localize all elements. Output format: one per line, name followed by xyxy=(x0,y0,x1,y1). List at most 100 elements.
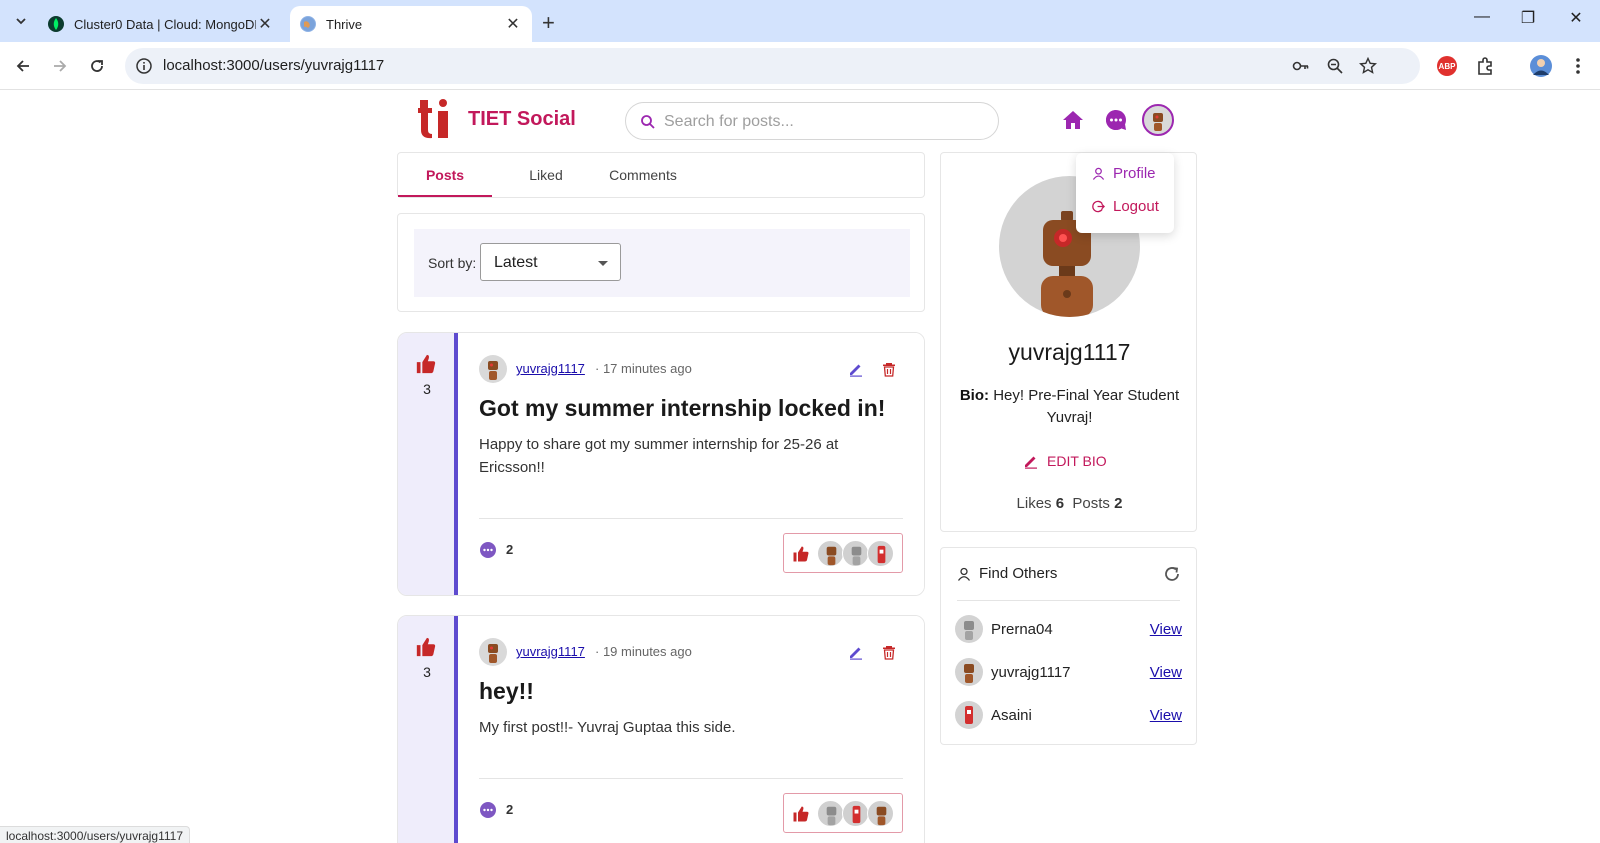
extensions-icon[interactable] xyxy=(1474,55,1496,77)
reload-icon xyxy=(91,60,103,72)
liker-avatar xyxy=(867,540,894,567)
liker-avatar xyxy=(842,540,869,567)
post-body: yuvrajg1117 · 17 minutes ago Got my summ… xyxy=(458,333,924,595)
chat-icon[interactable] xyxy=(1104,108,1128,132)
liker-avatar xyxy=(867,800,894,827)
user-name: Prerna04 xyxy=(991,621,1053,638)
likers-group[interactable] xyxy=(783,793,903,833)
brand-name[interactable]: TIET Social xyxy=(468,108,576,131)
browser-tab-strip: Cluster0 Data | Cloud: MongoDB ✕ Thrive … xyxy=(0,0,1600,42)
zoom-icon[interactable] xyxy=(1326,57,1344,75)
adblock-extension-icon[interactable]: ABP xyxy=(1437,56,1457,76)
user-name: yuvrajg1117 xyxy=(991,664,1071,681)
posts-count: 2 xyxy=(1114,495,1123,512)
likers-group[interactable] xyxy=(783,533,903,573)
find-others-divider xyxy=(957,600,1180,601)
bio-text: Hey! Pre-Final Year Student Yuvraj! xyxy=(993,387,1180,426)
password-key-icon[interactable] xyxy=(1292,57,1310,75)
user-avatar xyxy=(955,658,983,686)
close-tab-icon[interactable]: ✕ xyxy=(504,14,522,34)
post-author-avatar[interactable] xyxy=(479,638,507,666)
edit-icon[interactable] xyxy=(848,361,864,377)
tab-comments[interactable]: Comments xyxy=(594,153,692,197)
back-button[interactable] xyxy=(11,54,35,78)
app-logo[interactable] xyxy=(418,98,452,140)
tab-search-button[interactable] xyxy=(8,8,34,34)
view-user-link[interactable]: View xyxy=(1150,664,1182,681)
search-icon xyxy=(641,115,655,129)
sort-label: Sort by: xyxy=(428,255,477,271)
post-author-avatar[interactable] xyxy=(479,355,507,383)
sort-select[interactable]: Latest xyxy=(480,243,621,281)
comment-icon[interactable] xyxy=(479,541,497,559)
comment-icon[interactable] xyxy=(479,801,497,819)
view-user-link[interactable]: View xyxy=(1150,707,1182,724)
thumbs-up-icon[interactable] xyxy=(415,353,437,375)
comment-count: 2 xyxy=(506,802,514,817)
user-dropdown-menu: Profile Logout xyxy=(1076,153,1174,233)
liker-avatar xyxy=(842,800,869,827)
profile-stats: Likes 6 Posts 2 xyxy=(941,495,1198,512)
posts-label: Posts xyxy=(1072,495,1110,512)
browser-tab-mongodb[interactable]: Cluster0 Data | Cloud: MongoDB ✕ xyxy=(38,6,284,42)
browser-toolbar: localhost:3000/users/yuvrajg1117 ABP xyxy=(0,42,1600,90)
comment-count: 2 xyxy=(506,542,514,557)
restore-button[interactable]: ❐ xyxy=(1508,8,1548,28)
user-name: Asaini xyxy=(991,707,1032,724)
find-others-title: Find Others xyxy=(979,565,1058,582)
arrow-right-icon xyxy=(54,60,67,72)
browser-profile-avatar[interactable] xyxy=(1530,55,1552,77)
profile-tabs: Posts Liked Comments xyxy=(397,152,925,198)
site-info-icon[interactable] xyxy=(135,57,153,75)
thumbs-up-icon[interactable] xyxy=(415,636,437,658)
chevron-down-icon xyxy=(16,18,26,25)
post-body: yuvrajg1117 · 19 minutes ago hey!! My fi… xyxy=(458,616,924,843)
browser-tab-thrive[interactable]: Thrive ✕ xyxy=(290,6,532,42)
arrow-left-icon xyxy=(16,60,29,72)
minimize-button[interactable]: — xyxy=(1462,8,1502,26)
robot-avatar-icon xyxy=(1153,113,1163,131)
person-icon xyxy=(957,567,971,581)
find-others-header: Find Others xyxy=(957,565,1057,582)
post-title[interactable]: hey!! xyxy=(479,678,534,705)
delete-icon[interactable] xyxy=(881,361,897,377)
menu-item-profile[interactable]: Profile xyxy=(1092,165,1156,182)
post-divider xyxy=(479,778,903,779)
tab-liked[interactable]: Liked xyxy=(498,153,594,197)
delete-icon[interactable] xyxy=(881,644,897,660)
reload-button[interactable] xyxy=(85,54,109,78)
post-card: 3 yuvrajg1117 · 19 minutes ago hey!! My … xyxy=(397,615,925,843)
refresh-icon[interactable] xyxy=(1162,564,1182,584)
bookmark-star-icon[interactable] xyxy=(1359,57,1377,75)
menu-item-logout[interactable]: Logout xyxy=(1092,198,1159,215)
profile-bio: Bio: Hey! Pre-Final Year Student Yuvraj! xyxy=(951,385,1188,429)
search-bar[interactable] xyxy=(625,102,999,140)
likes-label: Likes xyxy=(1016,495,1052,512)
find-user-row: Prerna04 View xyxy=(955,615,1182,645)
home-icon[interactable] xyxy=(1061,108,1085,132)
tab-posts[interactable]: Posts xyxy=(398,153,492,197)
browser-menu-icon[interactable] xyxy=(1567,55,1589,77)
post-author-link[interactable]: yuvrajg1117 xyxy=(516,361,585,376)
view-user-link[interactable]: View xyxy=(1150,621,1182,638)
post-like-count: 3 xyxy=(423,381,431,397)
tab-title: Thrive xyxy=(326,16,363,32)
post-like-column: 3 xyxy=(398,333,456,595)
post-author-link[interactable]: yuvrajg1117 xyxy=(516,644,585,659)
search-input[interactable] xyxy=(664,111,984,133)
address-bar[interactable]: localhost:3000/users/yuvrajg1117 xyxy=(125,48,1420,84)
new-tab-button[interactable]: + xyxy=(542,10,555,36)
edit-bio-button[interactable]: EDIT BIO xyxy=(1023,451,1107,471)
user-avatar-button[interactable] xyxy=(1142,104,1174,136)
find-user-row: Asaini View xyxy=(955,701,1182,731)
close-window-button[interactable]: ✕ xyxy=(1556,8,1596,28)
close-tab-icon[interactable]: ✕ xyxy=(256,14,274,34)
post-card: 3 yuvrajg1117 · 17 minutes ago Got my su… xyxy=(397,332,925,596)
post-text: My first post!!- Yuvraj Guptaa this side… xyxy=(479,719,736,736)
forward-button[interactable] xyxy=(48,54,72,78)
liker-avatar xyxy=(817,540,844,567)
post-timestamp: · 17 minutes ago xyxy=(595,361,692,376)
edit-icon[interactable] xyxy=(848,644,864,660)
profile-username: yuvrajg1117 xyxy=(1008,339,1131,365)
post-title[interactable]: Got my summer internship locked in! xyxy=(479,395,885,422)
